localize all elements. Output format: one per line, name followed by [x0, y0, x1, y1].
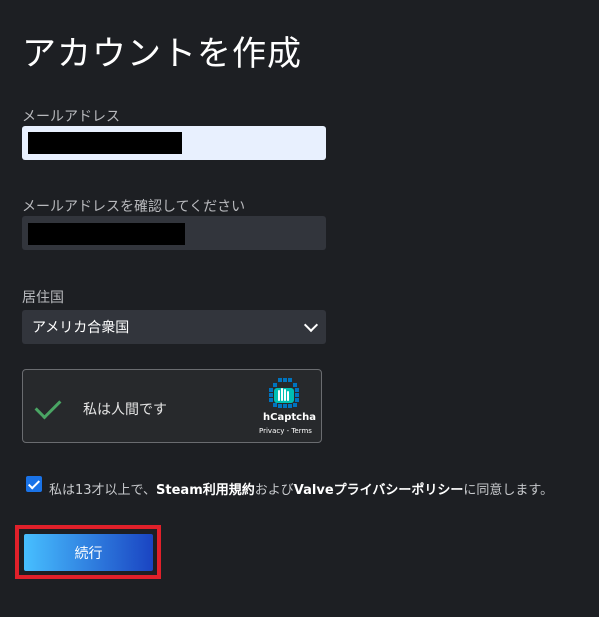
hcaptcha-logo-icon: [269, 378, 299, 408]
country-select[interactable]: アメリカ合衆国: [22, 310, 326, 344]
email-confirm-redaction: [28, 223, 185, 245]
page-title: アカウントを作成: [22, 34, 302, 74]
valve-privacy-link[interactable]: Valveプライバシーポリシー: [294, 483, 464, 498]
email-redaction: [28, 132, 182, 154]
captcha-text: 私は人間です: [83, 402, 167, 418]
chevron-down-icon: [303, 317, 319, 333]
check-icon: [34, 392, 62, 420]
agreement-text: 私は13才以上で、Steam利用規約およびValveプライバシーポリシーに同意し…: [49, 479, 553, 498]
captcha-brand: hCaptcha: [263, 412, 316, 423]
email-label: メールアドレス: [22, 109, 120, 125]
email-confirm-label: メールアドレスを確認してください: [22, 199, 246, 215]
captcha-links[interactable]: Privacy - Terms: [259, 427, 312, 435]
continue-button-label: 続行: [74, 545, 103, 562]
agreement-suffix: に同意します。: [463, 483, 554, 498]
country-label: 居住国: [22, 290, 64, 306]
agreement-mid: および: [254, 483, 294, 498]
steam-terms-link[interactable]: Steam利用規約: [156, 483, 255, 498]
agreement-prefix: 私は13才以上で、: [49, 483, 157, 498]
captcha-widget[interactable]: 私は人間です hCaptcha Privacy - Terms: [22, 369, 322, 443]
country-selected-value: アメリカ合衆国: [32, 320, 130, 336]
agreement-checkbox[interactable]: [26, 476, 42, 492]
continue-button[interactable]: 続行: [24, 534, 153, 571]
